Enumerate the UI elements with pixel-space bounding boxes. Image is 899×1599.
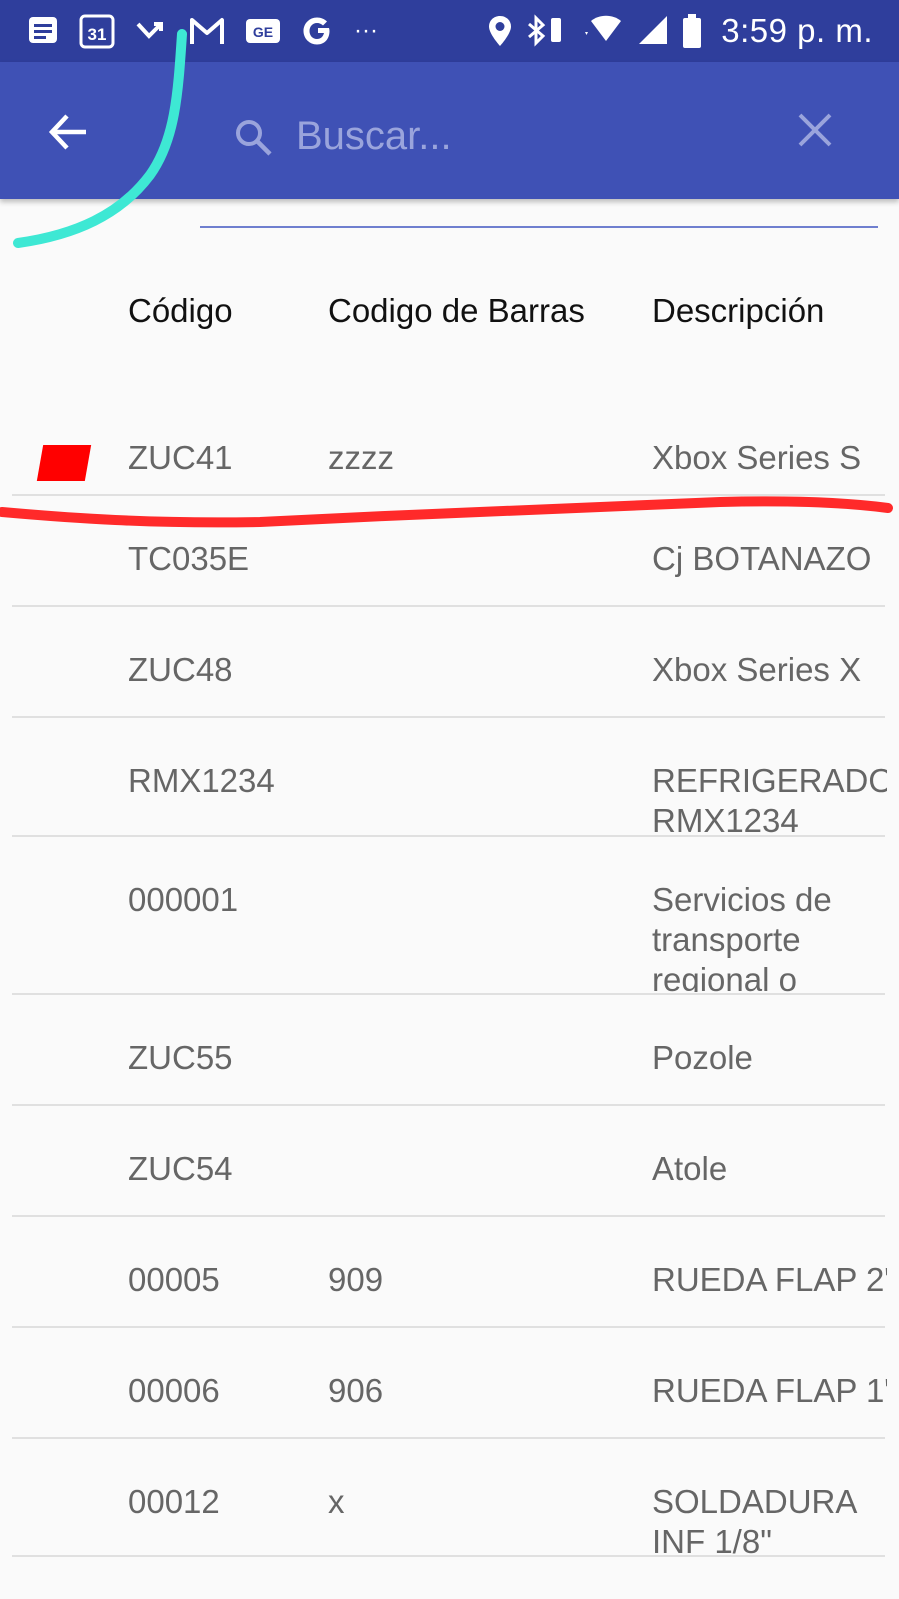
cell-code: ZUC55 [128,1039,233,1076]
cell-description: Pozole [652,1039,753,1076]
bluetooth-vibrate-icon [525,14,565,48]
cell-description: Servicios de transporte regional o nacio… [652,881,832,992]
table-row[interactable]: ZUC55 Pozole [0,995,899,1106]
table-row[interactable]: 00012 x SOLDADURA INF 1/8" (55673) UT [0,1439,899,1557]
cell-code: RMX1234 [128,762,275,799]
missed-call-icon [134,16,170,46]
google-icon [300,13,336,49]
cell-barcode: 906 [328,1372,384,1409]
table-row[interactable]: TC035E Cj BOTANAZO 7 [0,496,899,607]
cell-description: Xbox Series X [652,651,862,688]
cell-barcode: 909 [328,1261,384,1298]
clear-search-button[interactable] [795,110,835,150]
row-flag-marker [36,445,92,481]
search-box [200,102,879,228]
cell-description: Xbox Series S [652,439,862,476]
table-row[interactable]: 000001 Servicios de transporte regional … [0,837,899,995]
search-input[interactable] [296,108,776,164]
system-status: 3:59 p. m. [475,12,873,50]
battery-icon [681,13,703,49]
product-table: ZUC41 zzzz Xbox Series S TC035E Cj BOTAN… [0,395,899,1557]
location-icon [487,14,513,48]
calendar-icon: 31 [78,12,116,50]
cell-description: RUEDA FLAP 1" [652,1372,887,1409]
cell-code: TC035E [128,540,250,577]
column-header-code[interactable]: Código [128,292,233,330]
table-row[interactable]: RMX1234 REFRIGERADOR RMX1234 [0,718,899,837]
gmail-icon [188,16,226,46]
search-icon [232,116,276,165]
cell-code: ZUC41 [128,439,233,476]
clock: 3:59 p. m. [721,12,873,49]
table-row[interactable]: 00006 906 RUEDA FLAP 1" [0,1328,899,1439]
notification-icons: 31 GE ··· [26,12,396,50]
search-underline [200,226,878,228]
cell-barcode: x [328,1483,345,1520]
cell-description: REFRIGERADOR RMX1234 [652,762,887,835]
status-bar: 31 GE ··· 3:59 p. m. [0,0,899,62]
column-header-description[interactable]: Descripción [652,292,824,330]
table-row[interactable]: ZUC41 zzzz Xbox Series S [0,395,899,496]
cell-code: ZUC48 [128,651,233,688]
wifi-icon [577,14,623,48]
table-row[interactable]: 00005 909 RUEDA FLAP 2" [0,1217,899,1328]
back-button[interactable] [44,107,94,157]
table-row[interactable]: ZUC48 Xbox Series X [0,607,899,718]
arrow-left-icon [48,114,86,150]
ge-app-icon: GE [244,16,282,46]
cell-code: 00005 [128,1261,220,1298]
close-icon [798,113,832,147]
cell-barcode: zzzz [328,439,394,476]
cell-code: ZUC54 [128,1150,233,1187]
cell-signal-icon [635,14,669,48]
cell-code: 00006 [128,1372,220,1409]
cell-code: 00012 [128,1483,220,1520]
cell-description: SOLDADURA INF 1/8" (55673) UT [652,1483,856,1554]
table-header: Código Codigo de Barras Descripción [0,262,899,372]
table-row[interactable]: ZUC54 Atole [0,1106,899,1217]
svg-text:GE: GE [253,24,273,40]
app-bar [0,62,899,228]
message-icon [26,14,60,48]
cell-description: Cj BOTANAZO 7 [652,540,872,577]
column-header-barcode[interactable]: Codigo de Barras [328,292,585,330]
calendar-day: 31 [88,25,107,44]
more-notifications-icon: ··· [354,17,378,44]
cell-description: RUEDA FLAP 2" [652,1261,887,1298]
cell-description: Atole [652,1150,728,1187]
cell-code: 000001 [128,881,239,918]
